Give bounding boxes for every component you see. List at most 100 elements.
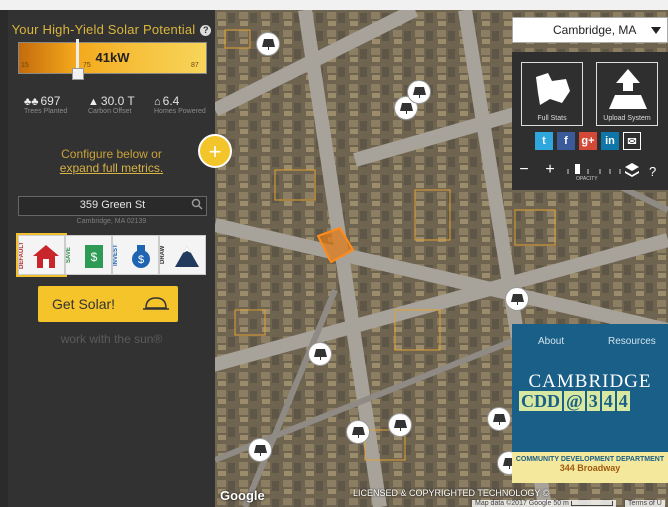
svg-text:$: $ xyxy=(138,254,144,266)
cdd-logo-part: CDD xyxy=(519,391,562,411)
license-notice: LICENSED & COPYRIGHTED TECHNOLOGY © xyxy=(353,488,550,498)
hardhat-icon xyxy=(143,297,169,310)
impact-stats: ♣♣ 697 Trees Planted ▲ 30.0 T Carbon Offse… xyxy=(18,92,208,122)
google-plus-icon[interactable]: g+ xyxy=(579,132,597,150)
cdd-ad-panel[interactable]: About Resources CAMBRIDGE CDD @3 4 4 COMMUN… xyxy=(512,324,668,483)
solar-installation-marker[interactable] xyxy=(346,420,370,444)
google-logo: Google xyxy=(220,488,265,503)
cdd-logo-part: 4 xyxy=(616,391,630,411)
mountain-icon xyxy=(175,246,199,267)
chevron-down-icon xyxy=(651,27,661,34)
cdd-footer: COMMUNITY DEVELOPMENT DEPARTMENT 344 Bro… xyxy=(512,452,668,483)
opacity-label: OPACITY xyxy=(576,176,598,182)
expand-metrics-link[interactable]: expand full metrics. xyxy=(8,161,215,175)
solar-panel-icon xyxy=(254,445,267,456)
bill-icon: $ xyxy=(85,245,103,268)
solar-panel-icon xyxy=(493,414,506,425)
cdd-logo-part: 4 xyxy=(601,391,615,411)
cdd-about-link[interactable]: About xyxy=(538,336,564,347)
solar-panel-icon xyxy=(262,39,275,50)
get-solar-label: Get Solar! xyxy=(52,296,116,312)
gauge-tick-mid: 75 xyxy=(83,62,91,69)
solar-potential-gauge[interactable]: 41kW 15 75 87 xyxy=(18,39,207,80)
search-icon[interactable] xyxy=(191,198,203,210)
solar-installation-marker[interactable] xyxy=(487,407,511,431)
solar-installation-marker[interactable] xyxy=(407,80,431,104)
potential-title: Your High-Yield Solar Potential? xyxy=(8,22,215,37)
mode-draw-label: DRAW xyxy=(160,245,166,265)
home-icon: ⌂ xyxy=(154,96,161,108)
solar-panel-icon xyxy=(352,427,365,438)
email-icon[interactable]: ✉ xyxy=(623,132,641,150)
configure-text: Configure below or xyxy=(61,147,162,161)
tagline: work with the sun® xyxy=(60,332,163,346)
mode-default-label: DEFAULT xyxy=(19,241,25,269)
terms-link[interactable]: Terms of U xyxy=(625,500,665,507)
full-stats-button[interactable]: Full Stats xyxy=(521,62,583,126)
zoom-out-button[interactable]: − xyxy=(516,160,532,182)
gauge-tick-max: 87 xyxy=(191,62,199,69)
mode-invest-label: INVEST xyxy=(113,244,119,266)
mode-invest[interactable]: INVEST $ xyxy=(112,235,159,275)
linkedin-icon[interactable]: in xyxy=(601,132,619,150)
get-solar-button[interactable]: Get Solar! xyxy=(38,286,178,322)
svg-text:$: $ xyxy=(91,250,98,264)
trees-icon: ♣♣ xyxy=(24,96,39,108)
gauge-slider-knob[interactable] xyxy=(72,68,84,80)
solar-installation-marker[interactable] xyxy=(256,32,280,56)
facebook-icon[interactable]: f xyxy=(557,132,575,150)
upload-system-button[interactable]: Upload System xyxy=(596,62,658,126)
twitter-icon[interactable]: t xyxy=(535,132,553,150)
full-stats-label: Full Stats xyxy=(537,115,567,122)
city-select[interactable]: Cambridge, MA xyxy=(512,17,668,43)
potential-title-text: Your High-Yield Solar Potential xyxy=(11,22,196,37)
configure-prompt: Configure below or expand full metrics. xyxy=(8,147,215,175)
city-map-icon xyxy=(536,73,570,105)
solar-installation-marker[interactable] xyxy=(248,438,272,462)
solar-panel-icon xyxy=(400,103,413,114)
stat-homes-value: 6.4 xyxy=(162,94,180,108)
help-icon[interactable]: ? xyxy=(200,25,212,36)
attribution-text: Map data ©2017 Google 50 m xyxy=(475,500,569,507)
solar-panel-icon xyxy=(394,420,407,431)
opacity-slider[interactable] xyxy=(566,164,622,174)
upload-icon xyxy=(609,69,647,109)
solar-installation-marker[interactable] xyxy=(308,342,332,366)
address-input[interactable]: 359 Green St xyxy=(19,199,206,211)
expand-panel-button[interactable]: + xyxy=(198,134,232,168)
address-city: Cambridge, MA 02139 xyxy=(76,218,147,225)
zoom-in-button[interactable]: + xyxy=(542,160,558,182)
scale-bar xyxy=(570,500,613,506)
stat-homes: ⌂ 6.4 Homes Powered xyxy=(154,92,206,115)
solar-panel-icon xyxy=(511,294,524,305)
solar-installation-marker[interactable] xyxy=(388,413,412,437)
top-strip xyxy=(0,0,668,10)
cdd-logo: CDD @3 4 4 xyxy=(519,391,661,411)
mode-selector: DEFAULT SAVE $ INVEST $ DRAW xyxy=(16,233,206,277)
gauge-value: 41kW xyxy=(95,50,130,65)
map-tools-panel: Full Stats Upload System t f g+ in ✉ − +… xyxy=(512,52,668,190)
mode-default[interactable]: DEFAULT xyxy=(16,233,67,277)
money-bag-icon: $ xyxy=(132,245,150,268)
cdd-logo-part: 3 xyxy=(586,391,600,411)
stat-trees-label: Trees Planted xyxy=(24,108,68,115)
help-button[interactable]: ? xyxy=(649,164,656,179)
solar-installation-marker[interactable] xyxy=(505,287,529,311)
solar-panel-sidebar: Your High-Yield Solar Potential? 41kW 15… xyxy=(8,10,215,507)
stat-carbon-value: 30.0 T xyxy=(100,94,135,108)
mode-save[interactable]: SAVE $ xyxy=(65,235,112,275)
stat-homes-label: Homes Powered xyxy=(154,108,206,115)
cdd-logo-part: @ xyxy=(564,391,585,411)
mode-save-label: SAVE xyxy=(66,247,72,263)
solar-panel-icon xyxy=(413,87,426,98)
layers-icon[interactable] xyxy=(624,162,640,180)
address-search[interactable]: 359 Green St xyxy=(18,196,207,216)
upload-system-label: Upload System xyxy=(603,115,651,122)
cdd-dept-name: COMMUNITY DEVELOPMENT DEPARTMENT xyxy=(515,456,665,463)
cdd-city-name: CAMBRIDGE xyxy=(528,371,652,392)
mode-draw[interactable]: DRAW xyxy=(159,235,206,275)
house-icon xyxy=(33,245,59,268)
cdd-resources-link[interactable]: Resources xyxy=(608,336,656,347)
stat-carbon: ▲ 30.0 T Carbon Offset xyxy=(88,92,135,115)
city-select-value: Cambridge, MA xyxy=(553,23,637,37)
